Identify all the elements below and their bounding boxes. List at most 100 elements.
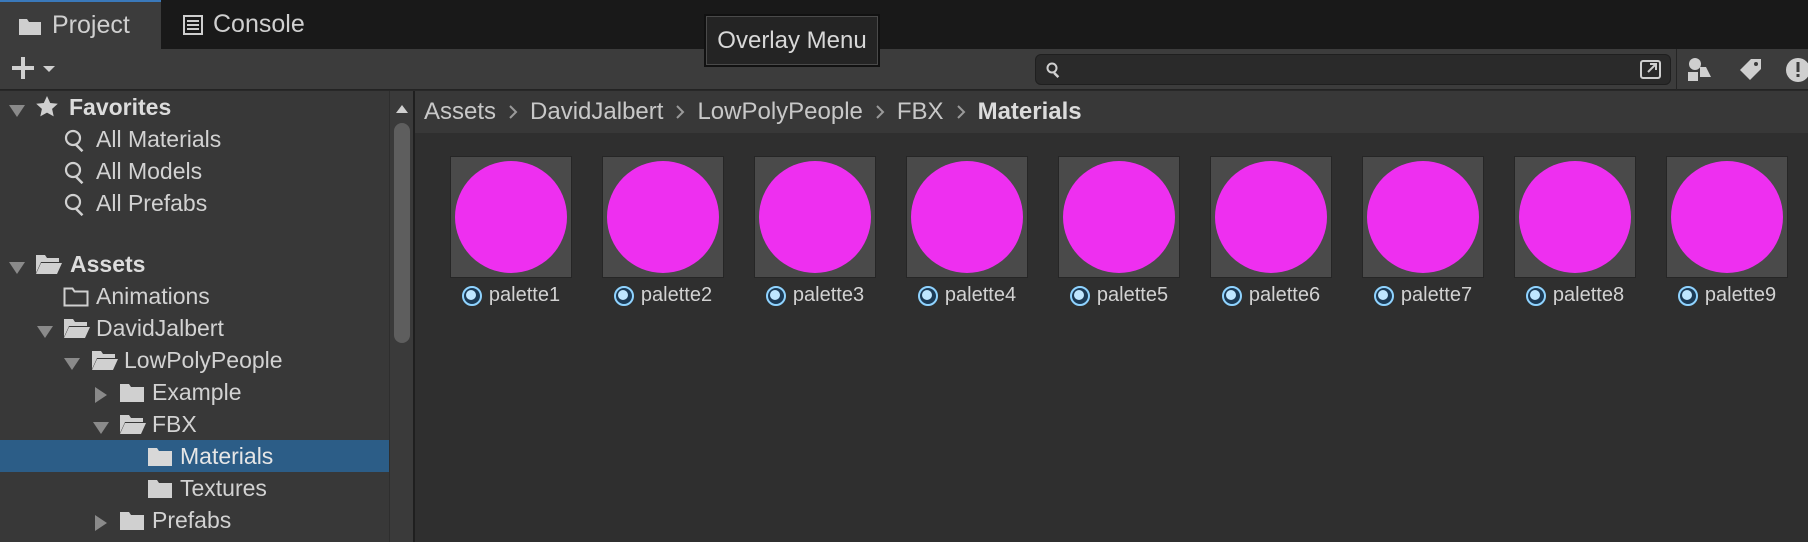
asset-name: palette4	[944, 284, 1017, 306]
material-preview-sphere	[1367, 161, 1479, 273]
tree-item-label: Assets	[70, 250, 146, 277]
material-icon	[917, 285, 938, 306]
create-asset-button[interactable]	[10, 55, 66, 85]
tree-item-label: Prefabs	[152, 506, 232, 533]
material-icon	[461, 285, 482, 306]
material-asset[interactable]: palette4	[906, 156, 1028, 306]
expanded-arrow-icon[interactable]	[36, 320, 54, 338]
scroll-up-arrow-icon[interactable]	[395, 101, 409, 119]
material-asset[interactable]: palette5	[1058, 156, 1180, 306]
asset-name: palette2	[640, 284, 713, 306]
asset-name: palette5	[1096, 284, 1169, 306]
breadcrumb-fbx[interactable]: FBX	[897, 98, 944, 126]
tree-item-label: All Prefabs	[96, 189, 208, 216]
tab-console-label: Console	[213, 10, 305, 38]
asset-label: palette6	[1210, 284, 1332, 307]
expanded-arrow-icon[interactable]	[8, 99, 26, 117]
material-asset[interactable]: palette1	[450, 156, 572, 306]
material-thumbnail	[602, 156, 724, 278]
breadcrumb: Assets DavidJalbert LowPolyPeople FBX Ma…	[415, 91, 1808, 133]
open-search-window-icon[interactable]	[1638, 58, 1664, 82]
material-asset[interactable]: palette9	[1666, 156, 1788, 306]
tree-item-animations[interactable]: Animations	[0, 280, 389, 312]
tree-item-label: Animations	[96, 282, 210, 309]
material-preview-sphere	[1063, 161, 1175, 273]
asset-label: palette8	[1514, 284, 1636, 307]
folder-icon	[18, 16, 42, 36]
asset-label: palette2	[602, 284, 724, 307]
asset-label: palette7	[1362, 284, 1484, 307]
tab-console[interactable]: Console	[161, 0, 321, 49]
tab-project-label: Project	[52, 11, 130, 39]
tab-project[interactable]: Project	[0, 0, 161, 49]
breadcrumb-davidjalbert[interactable]: DavidJalbert	[530, 98, 663, 126]
collapsed-arrow-icon[interactable]	[92, 511, 110, 531]
material-thumbnail	[1058, 156, 1180, 278]
tree-item-all-prefabs[interactable]: All Prefabs	[0, 187, 389, 219]
tree-item-label: All Materials	[96, 125, 222, 152]
tree-scrollbar[interactable]	[389, 91, 413, 542]
tree-item-lowpolypeople[interactable]: LowPolyPeople	[0, 344, 389, 376]
search-by-type-icon[interactable]	[1682, 55, 1718, 85]
asset-label: palette4	[906, 284, 1028, 307]
asset-name: palette3	[792, 284, 865, 306]
breadcrumb-lowpolypeople[interactable]: LowPolyPeople	[697, 98, 862, 126]
material-asset[interactable]: palette2	[602, 156, 724, 306]
breadcrumb-assets[interactable]: Assets	[424, 98, 496, 126]
asset-label: palette3	[754, 284, 876, 307]
material-asset[interactable]: palette7	[1362, 156, 1484, 306]
tree-item-label: All Models	[96, 157, 203, 184]
tree-item-materials[interactable]: Materials	[0, 440, 389, 472]
tree-item-label: Materials	[180, 442, 274, 469]
search-by-label-icon[interactable]	[1733, 55, 1769, 85]
search-input[interactable]	[1035, 54, 1671, 85]
console-icon	[183, 14, 203, 35]
folder-icon	[147, 446, 173, 473]
material-thumbnail	[1666, 156, 1788, 278]
tree-item-assets[interactable]: Assets	[0, 248, 389, 280]
folder-open-icon	[91, 349, 119, 377]
tree-item-example[interactable]: Example	[0, 376, 389, 408]
folder-open-icon	[35, 253, 63, 281]
search-icon	[63, 160, 87, 190]
material-asset[interactable]: palette3	[754, 156, 876, 306]
tree-item-all-materials[interactable]: All Materials	[0, 123, 389, 155]
tree-item-label: FBX	[152, 410, 197, 437]
tree-item-davidjalbert[interactable]: DavidJalbert	[0, 312, 389, 344]
project-toolbar	[0, 49, 1808, 90]
collapsed-arrow-icon[interactable]	[92, 383, 110, 403]
expanded-arrow-icon[interactable]	[8, 256, 26, 274]
asset-label: palette5	[1058, 284, 1180, 307]
plus-icon	[10, 55, 36, 86]
search-icon	[63, 128, 87, 158]
tree-item-textures[interactable]: Textures	[0, 472, 389, 504]
search-icon	[63, 192, 87, 222]
star-icon	[35, 95, 59, 125]
asset-name: palette1	[488, 284, 561, 306]
folder-icon	[119, 510, 145, 537]
material-preview-sphere	[1671, 161, 1783, 273]
material-thumbnail	[754, 156, 876, 278]
folder-icon	[147, 478, 173, 505]
breadcrumb-materials[interactable]: Materials	[978, 98, 1082, 126]
material-thumbnail	[1362, 156, 1484, 278]
tree-item-favorites[interactable]: Favorites	[0, 91, 389, 123]
tree-item-prefabs[interactable]: Prefabs	[0, 504, 389, 536]
material-preview-sphere	[1215, 161, 1327, 273]
material-asset[interactable]: palette8	[1514, 156, 1636, 306]
tree-item-fbx[interactable]: FBX	[0, 408, 389, 440]
material-preview-sphere	[607, 161, 719, 273]
overlay-menu[interactable]: Overlay Menu	[704, 14, 880, 67]
material-preview-sphere	[911, 161, 1023, 273]
asset-name: palette6	[1248, 284, 1321, 306]
material-icon	[1677, 285, 1698, 306]
material-asset[interactable]: palette6	[1210, 156, 1332, 306]
material-icon	[1525, 285, 1546, 306]
expanded-arrow-icon[interactable]	[63, 352, 81, 370]
folder-icon	[119, 382, 145, 409]
scrollbar-thumb[interactable]	[394, 123, 410, 343]
project-tree: Favorites All Materials All Models All P…	[0, 91, 389, 542]
expanded-arrow-icon[interactable]	[92, 416, 110, 434]
tree-item-all-models[interactable]: All Models	[0, 155, 389, 187]
warning-filter-icon[interactable]	[1780, 55, 1808, 85]
